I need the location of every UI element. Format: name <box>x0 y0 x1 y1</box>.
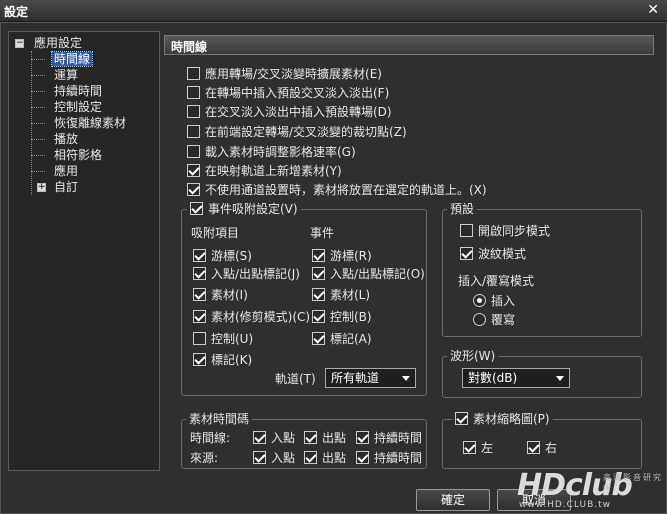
snap-in-out-marks[interactable]: 入點/出點標記(J) <box>193 266 300 282</box>
expand-icon[interactable]: + <box>37 183 46 192</box>
watermark: HDclub 高清影音研究所 www.HD.CLUB.tw <box>515 468 665 512</box>
clip-timecode-title: 素材時間碼 <box>186 411 253 427</box>
tree-item-render[interactable]: 運算 <box>52 67 80 83</box>
waveform-select[interactable]: 對數(dB) <box>462 368 570 388</box>
option-insert-default-transition[interactable]: 在交叉淡入淡出中插入預設轉場(D) <box>187 104 392 120</box>
chevron-down-icon <box>556 376 564 381</box>
collapse-icon[interactable]: − <box>15 39 24 48</box>
ok-button[interactable]: 確定 <box>416 489 490 511</box>
chevron-down-icon <box>402 376 410 381</box>
track-select[interactable]: 所有軌道 <box>325 368 416 388</box>
thumbnail-toggle[interactable]: 素材縮略圖(P) <box>452 411 553 427</box>
timeline-duration-checkbox[interactable]: 持續時間 <box>356 430 422 446</box>
event-control[interactable]: 控制(B) <box>312 309 372 325</box>
option-add-to-mapped-track[interactable]: 在映射軌道上新增素材(Y) <box>187 163 342 179</box>
snap-items-header: 吸附項目 <box>191 226 240 240</box>
section-title: 時間線 <box>171 40 208 54</box>
timecode-row-label: 時間線: <box>190 431 231 445</box>
insert-overwrite-title: 插入/覆寫模式 <box>458 274 535 288</box>
checkbox[interactable] <box>187 86 200 99</box>
source-out-checkbox[interactable]: 出點 <box>304 450 346 466</box>
snap-marker[interactable]: 標記(K) <box>193 352 252 368</box>
checkbox[interactable] <box>187 164 200 177</box>
ripple-mode-checkbox[interactable]: 波紋模式 <box>460 246 526 262</box>
option-front-cut-point[interactable]: 在前端設定轉場/交叉淡變的裁切點(Z) <box>187 124 407 140</box>
checkbox[interactable] <box>187 183 200 196</box>
checkbox[interactable] <box>187 67 200 80</box>
window-title: 設定 <box>4 5 29 19</box>
option-place-on-selected-track[interactable]: 不使用通道設置時，素材將放置在選定的軌道上。(X) <box>187 182 487 198</box>
tree-item-control[interactable]: 控制設定 <box>52 99 104 115</box>
timecode-row-label: 來源: <box>190 451 219 465</box>
tree-root[interactable]: − 應用設定 <box>15 35 84 51</box>
snap-control[interactable]: 控制(U) <box>193 331 253 347</box>
track-label: 軌道(T) <box>275 372 316 386</box>
checkbox[interactable] <box>187 105 200 118</box>
event-marker[interactable]: 標記(A) <box>312 331 372 347</box>
event-cursor[interactable]: 游標(R) <box>312 248 372 264</box>
checkbox[interactable] <box>187 125 200 138</box>
timeline-in-checkbox[interactable]: 入點 <box>253 430 295 446</box>
snap-cursor[interactable]: 游標(S) <box>193 248 252 264</box>
sync-mode-checkbox[interactable]: 開啟同步模式 <box>460 223 550 239</box>
waveform-title: 波形(W) <box>447 348 499 364</box>
tree-item-custom[interactable]: + 自訂 <box>37 179 80 195</box>
window-titlebar: 設定 ✕ <box>0 0 667 22</box>
overwrite-radio[interactable]: 覆寫 <box>473 312 515 328</box>
tree-item-playback[interactable]: 播放 <box>52 131 80 147</box>
event-clip[interactable]: 素材(L) <box>312 287 370 303</box>
tree-item-match-frame[interactable]: 相符影格 <box>52 147 104 163</box>
tree-item-timeline[interactable]: 時間線 <box>50 51 94 67</box>
checkbox[interactable] <box>187 145 200 158</box>
checkbox[interactable] <box>190 202 203 215</box>
section-header: 時間線 <box>164 35 654 55</box>
watermark-subtitle: 高清影音研究所 <box>603 473 663 493</box>
source-duration-checkbox[interactable]: 持續時間 <box>356 450 422 466</box>
source-in-checkbox[interactable]: 入點 <box>253 450 295 466</box>
tree-item-duration[interactable]: 持續時間 <box>52 83 104 99</box>
option-adjust-frame-rate[interactable]: 載入素材時調整影格速率(G) <box>187 144 356 160</box>
close-icon[interactable]: ✕ <box>647 2 659 18</box>
thumbnail-right-checkbox[interactable]: 右 <box>527 440 557 456</box>
snap-clip[interactable]: 素材(I) <box>193 287 248 303</box>
event-in-out-marks[interactable]: 入點/出點標記(O) <box>312 266 425 282</box>
tree-item-apply[interactable]: 應用 <box>52 163 80 179</box>
insert-radio[interactable]: 插入 <box>473 293 515 309</box>
thumbnail-left-checkbox[interactable]: 左 <box>463 440 493 456</box>
option-expand-clip[interactable]: 應用轉場/交叉淡變時擴展素材(E) <box>187 66 382 82</box>
tree-item-restore-offline[interactable]: 恢復離線素材 <box>52 115 128 131</box>
preset-title: 預設 <box>447 201 478 217</box>
option-insert-default-crossfade[interactable]: 在轉場中插入預設交叉淡入淡出(F) <box>187 85 389 101</box>
timeline-out-checkbox[interactable]: 出點 <box>304 430 346 446</box>
watermark-url: www.HD.CLUB.tw <box>519 500 612 510</box>
snap-settings-toggle[interactable]: 事件吸附設定(V) <box>187 201 301 217</box>
snap-clip-trim[interactable]: 素材(修剪模式)(C) <box>193 309 310 325</box>
snap-events-header: 事件 <box>310 226 335 240</box>
settings-tree: − 應用設定 時間線 運算 持續時間 控制設定 恢復離線素材 播放 相符影格 應用… <box>8 31 160 471</box>
